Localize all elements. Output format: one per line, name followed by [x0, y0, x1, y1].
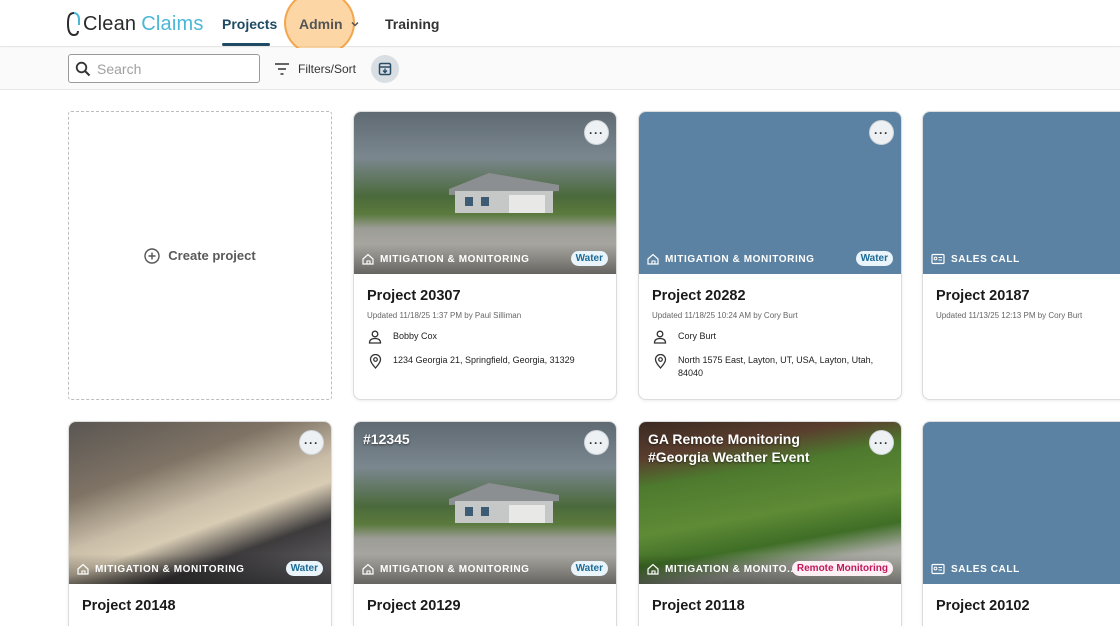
project-title: Project 20282 [652, 288, 746, 304]
house-illustration [449, 483, 559, 523]
loss-type-badge: Remote Monitoring [791, 561, 893, 576]
project-title: Project 20307 [367, 288, 461, 304]
project-card[interactable]: GA Remote Monitoring #Georgia Weather Ev… [638, 421, 902, 626]
project-title: Project 20118 [652, 598, 745, 614]
loss-type-badge: Water [570, 251, 608, 266]
filters-sort-label: Filters/Sort [298, 62, 357, 76]
create-project-label: Create project [168, 248, 256, 263]
project-photo-placeholder: SALES CALL [923, 112, 1120, 274]
location-pin-icon [369, 354, 381, 369]
more-options-button[interactable]: ··· [869, 120, 894, 145]
home-shield-icon [647, 563, 659, 575]
photo-overlay-title: GA Remote Monitoring #Georgia Weather Ev… [648, 430, 810, 466]
address-text: 1234 Georgia 21, Springfield, Georgia, 3… [393, 355, 575, 365]
overlay-title-line-2: #Georgia Weather Event [648, 449, 810, 465]
add-circle-icon [144, 247, 160, 264]
project-type-label: MITIGATION & MONITORING [380, 563, 530, 575]
home-shield-icon [362, 563, 374, 575]
more-options-button[interactable]: ··· [584, 120, 609, 145]
address-row: 1234 Georgia 21, Springfield, Georgia, 3… [367, 354, 603, 369]
card-type-bar: SALES CALL [923, 554, 1120, 584]
project-photo-placeholder: SALES CALL [923, 422, 1120, 584]
project-type-label: MITIGATION & MONITORING [380, 253, 530, 265]
photo-overlay-title: #12345 [363, 431, 410, 447]
logo-text-clean: Clean [83, 12, 137, 35]
home-shield-icon [647, 253, 659, 265]
contact-row: Bobby Cox [367, 330, 603, 344]
person-icon [653, 330, 667, 344]
project-card[interactable]: SALES CALL Project 20187 Updated 11/13/2… [922, 111, 1120, 400]
more-options-button[interactable]: ··· [299, 430, 324, 455]
contact-card-icon [931, 563, 945, 575]
loss-type-badge: Water [855, 251, 893, 266]
project-photo-placeholder: ··· MITIGATION & MONITORING Water [639, 112, 901, 274]
create-project-card[interactable]: Create project [68, 111, 332, 400]
search-icon [75, 61, 91, 76]
project-photo: GA Remote Monitoring #Georgia Weather Ev… [639, 422, 901, 584]
active-tab-indicator [222, 43, 270, 46]
clean-claims-logo[interactable]: Clean Claims [66, 9, 204, 39]
project-title: Project 20129 [367, 598, 461, 614]
overlay-title-line-1: GA Remote Monitoring [648, 431, 800, 447]
project-title: Project 20187 [936, 288, 1030, 304]
project-card[interactable]: ··· MITIGATION & MONITORING Water Projec… [638, 111, 902, 400]
contact-name: Bobby Cox [393, 331, 438, 341]
project-title: Project 20102 [936, 598, 1030, 614]
address-text: North 1575 East, Layton, UT, USA, Layton… [678, 355, 874, 378]
more-options-button[interactable]: ··· [869, 430, 894, 455]
project-card[interactable]: ··· MITIGATION & MONITORING Water Projec… [353, 111, 617, 400]
project-photo: ··· MITIGATION & MONITORING Water [69, 422, 331, 584]
project-card[interactable]: #12345 ··· MITIGATION & MONITORING Water… [353, 421, 617, 626]
updated-info: Updated 11/18/25 1:37 PM by Paul Sillima… [367, 311, 522, 320]
more-options-button[interactable]: ··· [584, 430, 609, 455]
person-icon [368, 330, 382, 344]
project-photo: #12345 ··· MITIGATION & MONITORING Water [354, 422, 616, 584]
project-title: Project 20148 [82, 598, 176, 614]
loss-type-badge: Water [570, 561, 608, 576]
project-photo: ··· MITIGATION & MONITORING Water [354, 112, 616, 274]
project-card[interactable]: SALES CALL Project 20102 [922, 421, 1120, 626]
filter-icon [275, 63, 289, 75]
contact-card-icon [931, 253, 945, 265]
project-type-label: MITIGATION & MONITORING [95, 563, 245, 575]
project-toolbar: Filters/Sort [0, 48, 1120, 90]
nav-admin-label: Admin [299, 15, 343, 32]
nav-tab-training[interactable]: Training [385, 0, 439, 47]
house-illustration [449, 173, 559, 213]
filters-sort-button[interactable]: Filters/Sort [274, 59, 356, 79]
loss-type-badge: Water [285, 561, 323, 576]
nav-tab-admin[interactable]: Admin [299, 0, 361, 47]
logo-text-claims: Claims [141, 12, 204, 35]
project-type-label: MITIGATION & MONITORING [665, 253, 815, 265]
project-card[interactable]: ··· MITIGATION & MONITORING Water Projec… [68, 421, 332, 626]
project-type-label: SALES CALL [951, 563, 1020, 575]
contact-row: Cory Burt [652, 330, 888, 344]
top-navigation: Clean Claims Projects Admin Training [0, 0, 1120, 56]
project-type-label: MITIGATION & MONITO... [665, 563, 798, 575]
chevron-down-icon [351, 21, 359, 27]
address-row: North 1575 East, Layton, UT, USA, Layton… [652, 354, 888, 380]
card-type-bar: SALES CALL [923, 244, 1120, 274]
logo-mark-icon [66, 11, 82, 37]
updated-info: Updated 11/18/25 10:24 AM by Cory Burt [652, 311, 798, 320]
updated-info: Updated 11/13/25 12:13 PM by Cory Burt [936, 311, 1083, 320]
archive-button[interactable] [371, 55, 399, 83]
project-type-label: SALES CALL [951, 253, 1020, 265]
search-box[interactable] [68, 54, 260, 83]
nav-tab-projects[interactable]: Projects [222, 0, 277, 47]
contact-name: Cory Burt [678, 331, 717, 341]
home-shield-icon [362, 253, 374, 265]
search-input[interactable] [97, 60, 247, 77]
location-pin-icon [654, 354, 666, 369]
home-shield-icon [77, 563, 89, 575]
archive-box-icon [378, 62, 392, 76]
